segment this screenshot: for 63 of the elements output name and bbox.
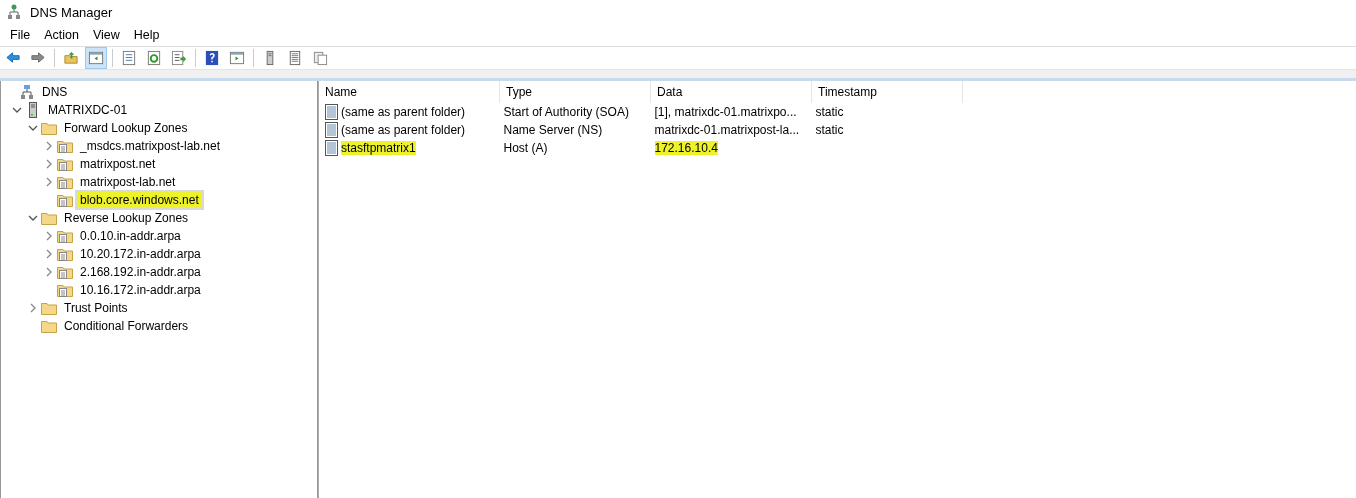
column-header[interactable]: Data (650, 81, 812, 103)
list-icon (287, 50, 303, 66)
help-icon (204, 50, 220, 66)
toolbar-button[interactable] (85, 47, 107, 69)
menu-item[interactable]: Help (126, 26, 167, 44)
menu-item[interactable]: File (3, 26, 38, 44)
column-header[interactable]: Type (499, 81, 651, 103)
tree-item[interactable]: 0.0.10.in-addr.arpa (77, 228, 184, 244)
zone-folder-icon (57, 192, 73, 208)
table-cell: static (815, 105, 844, 119)
window-pane-icon (229, 50, 245, 66)
table-cell: (same as parent folder) (341, 105, 466, 119)
tree-item[interactable]: 10.20.172.in-addr.arpa (77, 246, 204, 262)
menu-item[interactable]: View (85, 26, 127, 44)
table-cell: Start of Authority (SOA) (503, 105, 629, 119)
zone-folder-icon (57, 246, 73, 262)
zone-folder-icon (57, 228, 73, 244)
table-cell: (same as parent folder) (341, 123, 466, 137)
app-icon (6, 4, 22, 20)
table-cell: 172.16.10.4 (654, 141, 718, 155)
export-list-icon (171, 50, 187, 66)
zone-folder-icon (57, 138, 73, 154)
table-cell: [1], matrixdc-01.matrixpo... (654, 105, 797, 119)
zone-folder-icon (57, 282, 73, 298)
folder-icon (41, 300, 57, 316)
record-icon (323, 140, 339, 156)
window-title: DNS Manager (30, 4, 113, 20)
column-header[interactable]: Timestamp (811, 81, 963, 103)
zone-folder-icon (57, 264, 73, 280)
menu-item[interactable]: Action (37, 26, 86, 44)
table-cell: matrixdc-01.matrixpost-la... (654, 123, 800, 137)
zone-folder-icon (57, 174, 73, 190)
zone-folder-icon (57, 156, 73, 172)
table-cell: Host (A) (503, 141, 548, 155)
column-header[interactable]: Name (319, 81, 500, 103)
tree-item[interactable]: _msdcs.matrixpost-lab.net (77, 138, 224, 154)
tree-item[interactable]: DNS (39, 84, 71, 100)
tree-item[interactable]: 10.16.172.in-addr.arpa (77, 282, 204, 298)
tree-item[interactable]: matrixpost.net (77, 156, 159, 172)
tree-item[interactable]: 2.168.192.in-addr.arpa (77, 264, 204, 280)
table-cell: Name Server (NS) (503, 123, 603, 137)
record-icon (323, 104, 339, 120)
forward-arrow-icon (30, 50, 46, 66)
tree-item[interactable]: blob.core.windows.net (77, 192, 202, 208)
copy-icon (312, 50, 328, 66)
record-icon (323, 122, 339, 138)
table-cell: static (815, 123, 844, 137)
window-pane-icon (88, 50, 104, 66)
refresh-icon (146, 50, 162, 66)
table-cell: stasftpmatrix1 (341, 141, 416, 155)
tree-item[interactable]: Trust Points (61, 300, 131, 316)
document-icon (121, 50, 137, 66)
folder-icon (41, 318, 57, 334)
folder-up-icon (63, 50, 79, 66)
tree-item[interactable]: MATRIXDC-01 (45, 102, 131, 118)
tree-item[interactable]: matrixpost-lab.net (77, 174, 179, 190)
folder-icon (41, 210, 57, 226)
folder-icon (41, 120, 57, 136)
back-arrow-icon (5, 50, 21, 66)
tree-item[interactable]: Forward Lookup Zones (61, 120, 191, 136)
tree-item[interactable]: Reverse Lookup Zones (61, 210, 192, 226)
tree-item[interactable]: Conditional Forwarders (61, 318, 192, 334)
network-icon (19, 84, 35, 100)
